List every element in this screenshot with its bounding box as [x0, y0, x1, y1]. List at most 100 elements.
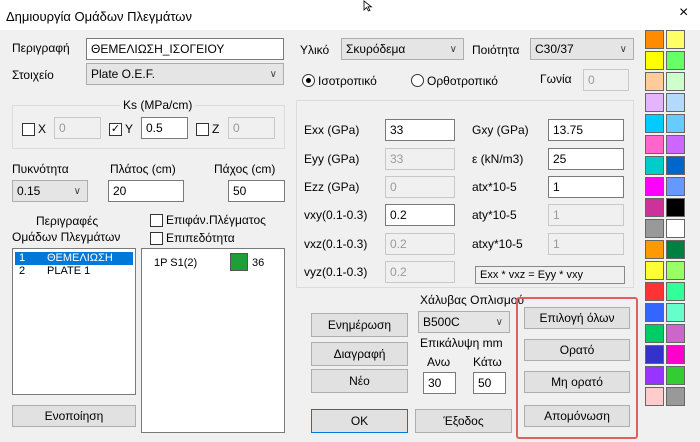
exit-button[interactable]: Έξοδος — [415, 409, 512, 433]
ks-x-checkbox[interactable] — [22, 123, 35, 136]
mesh-color-swatch[interactable] — [230, 253, 248, 271]
color-swatch[interactable] — [666, 51, 685, 70]
color-swatch[interactable] — [645, 177, 664, 196]
window-title: Δημιουργία Ομάδων Πλεγμάτων — [6, 9, 192, 24]
prop-ezz-input[interactable]: 0 — [385, 176, 455, 198]
update-button[interactable]: Ενημέρωση — [311, 313, 408, 337]
equation-note: Exx * vxz = Eyy * vxy — [475, 266, 625, 284]
ks-y-checkbox[interactable]: ✓ — [109, 123, 122, 136]
color-swatch[interactable] — [645, 93, 664, 112]
description-input[interactable]: ΘΕΜΕΛΙΩΣΗ_ΙΣΟΓΕΙΟΥ — [86, 38, 284, 60]
ok-button[interactable]: OK — [311, 409, 408, 433]
color-swatch[interactable] — [645, 303, 664, 322]
color-swatch[interactable] — [666, 135, 685, 154]
prop-r3-input[interactable]: 1 — [548, 204, 624, 226]
prop-eyy-input[interactable]: 33 — [385, 148, 455, 170]
prop-exx-input[interactable]: 33 — [385, 119, 455, 141]
color-swatch[interactable] — [645, 240, 664, 259]
thickness-input[interactable]: 50 — [228, 180, 285, 202]
ks-z-label: Z — [212, 122, 220, 136]
color-swatch[interactable] — [666, 93, 685, 112]
groups-list[interactable]: 1 ΘΕΜΕΛΙΩΣΗ 2 PLATE 1 — [12, 248, 136, 395]
color-swatch[interactable] — [666, 345, 685, 364]
isotropic-radio[interactable] — [302, 74, 315, 87]
element-value: Plate O.E.F. — [91, 67, 156, 81]
visible-button[interactable]: Ορατό — [524, 339, 630, 361]
color-swatch[interactable] — [666, 240, 685, 259]
color-swatch[interactable] — [645, 219, 664, 238]
color-swatch[interactable] — [666, 177, 685, 196]
chevron-down-icon: ∨ — [73, 186, 81, 197]
ks-y-input[interactable]: 0.5 — [141, 117, 188, 139]
group-number: 1 — [19, 252, 26, 264]
color-swatch[interactable] — [666, 219, 685, 238]
color-swatch[interactable] — [666, 156, 685, 175]
mesh-surface-checkbox[interactable] — [150, 214, 163, 227]
color-swatch[interactable] — [645, 135, 664, 154]
orthotropic-radio[interactable] — [411, 74, 424, 87]
color-swatch[interactable] — [666, 366, 685, 385]
cover-bottom-input[interactable]: 50 — [473, 372, 506, 394]
group-name: PLATE 1 — [47, 265, 91, 277]
ks-x-input[interactable]: 0 — [54, 117, 101, 139]
density-dropdown[interactable]: 0.15 ∨ — [12, 180, 88, 202]
color-swatch[interactable] — [645, 324, 664, 343]
mesh-list[interactable]: 1P S1(2) 36 — [141, 248, 285, 433]
prop-r0-input[interactable]: 13.75 — [548, 119, 624, 141]
color-swatch[interactable] — [666, 30, 685, 49]
list-item[interactable]: 1 ΘΕΜΕΛΙΩΣΗ — [15, 252, 133, 265]
element-dropdown[interactable]: Plate O.E.F. ∨ — [86, 63, 284, 85]
flatness-checkbox[interactable] — [150, 232, 163, 245]
list-item[interactable]: 2 PLATE 1 — [15, 265, 133, 278]
new-button[interactable]: Νέο — [311, 369, 408, 393]
color-swatch[interactable] — [666, 303, 685, 322]
color-swatch[interactable] — [645, 51, 664, 70]
color-swatch[interactable] — [645, 72, 664, 91]
prop-r2-input[interactable]: 1 — [548, 176, 624, 198]
color-swatch[interactable] — [666, 387, 685, 406]
ks-z-checkbox[interactable] — [196, 123, 209, 136]
prop-eyy-label: Eyy (GPa) — [304, 152, 360, 166]
isolate-button[interactable]: Απομόνωση — [524, 405, 630, 427]
width-input[interactable]: 20 — [108, 180, 184, 202]
color-swatch[interactable] — [666, 282, 685, 301]
ks-z-input[interactable]: 0 — [228, 117, 275, 139]
delete-button[interactable]: Διαγραφή — [311, 342, 408, 366]
prop-r4-input[interactable]: 1 — [548, 233, 624, 255]
angle-label: Γωνία — [540, 72, 572, 86]
cover-top-input[interactable]: 30 — [423, 372, 456, 394]
close-icon[interactable]: × — [679, 5, 688, 21]
prop-vxz-input[interactable]: 0.2 — [385, 233, 455, 255]
merge-button[interactable]: Ενοποίηση — [12, 405, 136, 427]
prop-vxy-input[interactable]: 0.2 — [385, 204, 455, 226]
not-visible-button[interactable]: Μη ορατό — [524, 371, 630, 393]
color-swatch[interactable] — [645, 366, 664, 385]
angle-input[interactable]: 0 — [583, 69, 629, 91]
color-swatch[interactable] — [666, 261, 685, 280]
color-swatch[interactable] — [645, 345, 664, 364]
quality-dropdown[interactable]: C30/37 ∨ — [530, 38, 634, 60]
group-number: 2 — [19, 265, 26, 277]
prop-vxy-label: vxy(0.1-0.3) — [304, 208, 368, 222]
prop-r1-input[interactable]: 25 — [548, 148, 624, 170]
color-swatch[interactable] — [645, 282, 664, 301]
color-swatch[interactable] — [645, 261, 664, 280]
color-swatch[interactable] — [645, 198, 664, 217]
ks-y-label: Y — [125, 122, 134, 136]
color-swatch[interactable] — [645, 156, 664, 175]
material-dropdown[interactable]: Σκυρόδεμα ∨ — [341, 38, 464, 60]
prop-r3-label: aty*10-5 — [472, 208, 517, 222]
select-all-button[interactable]: Επιλογή όλων — [524, 307, 630, 329]
color-swatch[interactable] — [666, 198, 685, 217]
color-swatch[interactable] — [666, 324, 685, 343]
color-swatch[interactable] — [666, 72, 685, 91]
steel-dropdown[interactable]: B500C ∨ — [418, 311, 510, 333]
material-value: Σκυρόδεμα — [346, 42, 406, 56]
description-label: Περιγραφή — [12, 41, 70, 55]
orthotropic-label: Ορθοτροπικό — [427, 74, 498, 88]
color-swatch[interactable] — [645, 114, 664, 133]
color-swatch[interactable] — [645, 30, 664, 49]
color-swatch[interactable] — [666, 114, 685, 133]
color-swatch[interactable] — [645, 387, 664, 406]
prop-vyz-input[interactable]: 0.2 — [385, 261, 455, 283]
